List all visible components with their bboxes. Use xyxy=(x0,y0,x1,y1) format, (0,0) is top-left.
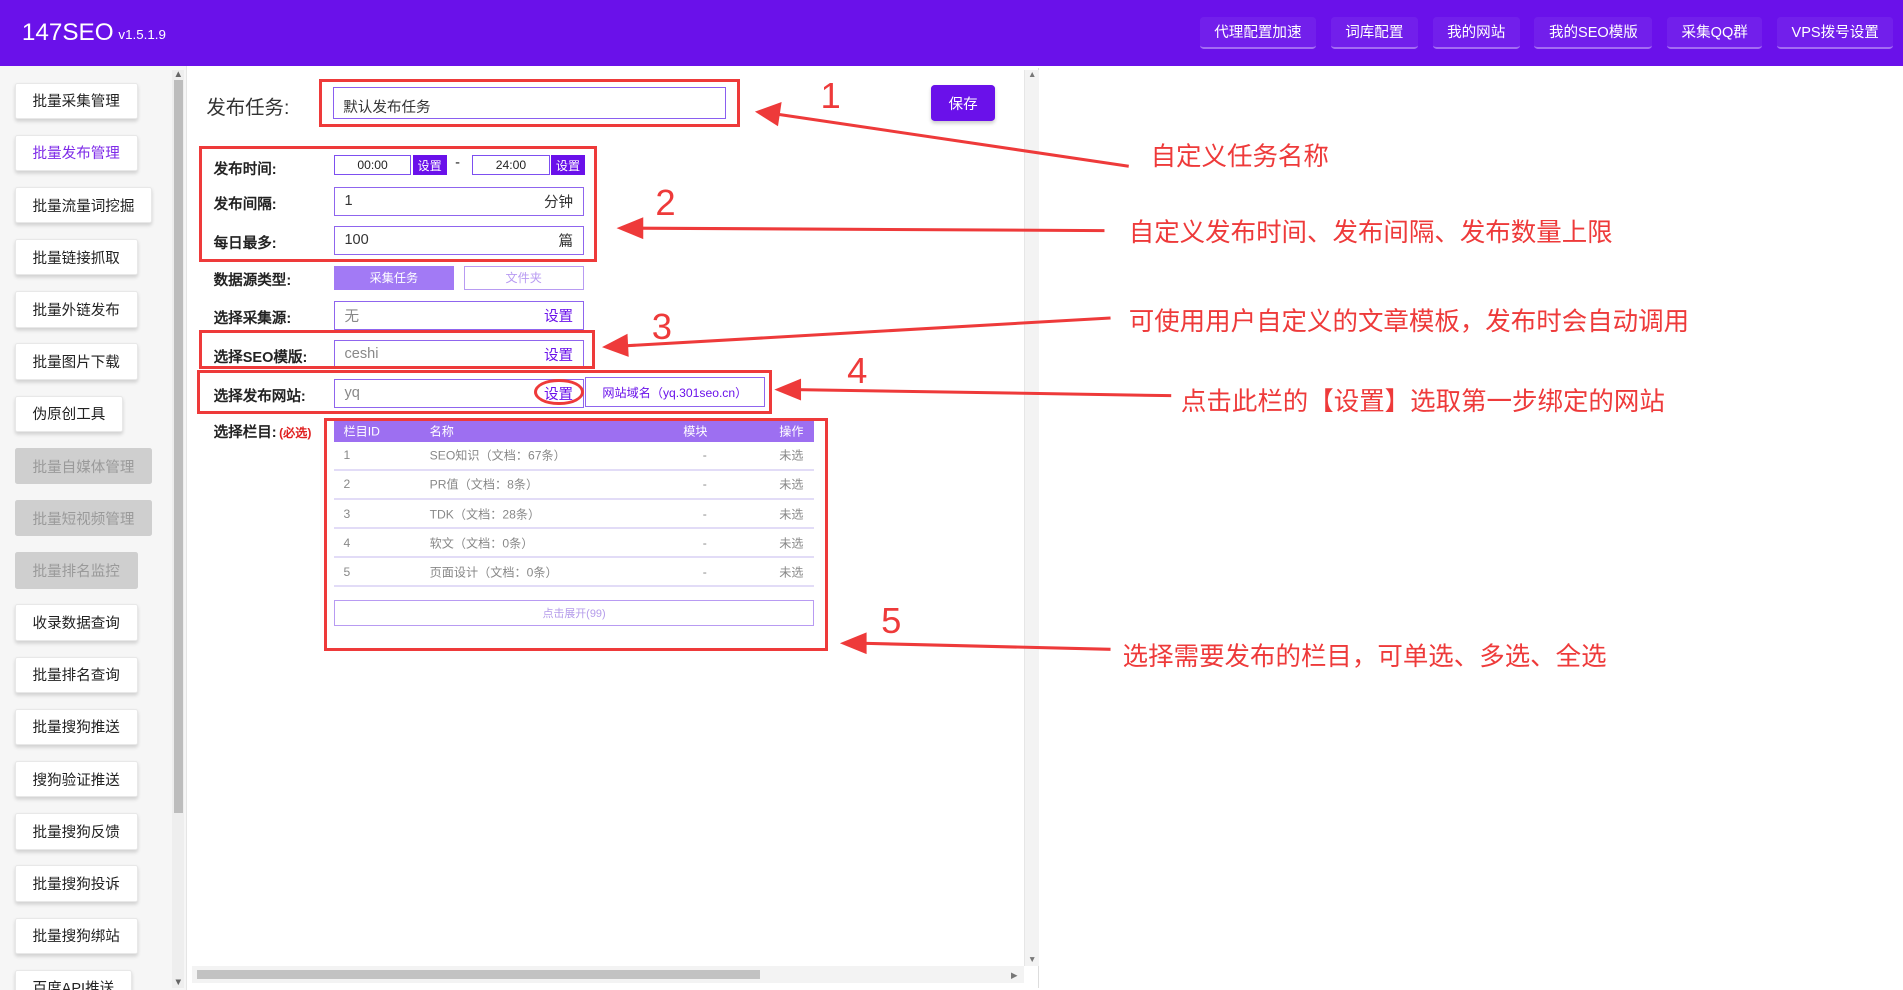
annotation-number-2: 2 xyxy=(655,182,676,224)
annotation-note-publish-site: 点击此栏的【设置】选取第一步绑定的网站 xyxy=(1180,388,1665,417)
annotation-number-3: 3 xyxy=(651,305,672,347)
annotation-note-seo-template: 可使用用户自定义的文章模板，发布时会自动调用 xyxy=(1128,307,1690,336)
annotation-note-time-settings: 自定义发布时间、发布间隔、发布数量上限 xyxy=(1128,219,1613,248)
annotation-number-5: 5 xyxy=(881,599,902,641)
annotation-arrows xyxy=(601,101,1172,655)
annotation-number-4: 4 xyxy=(847,349,868,391)
annotation-number-1: 1 xyxy=(820,75,841,117)
annotation-note-column-select: 选择需要发布的栏目，可单选、多选、全选 xyxy=(1122,642,1607,671)
annotation-note-task-name: 自定义任务名称 xyxy=(1150,142,1329,171)
